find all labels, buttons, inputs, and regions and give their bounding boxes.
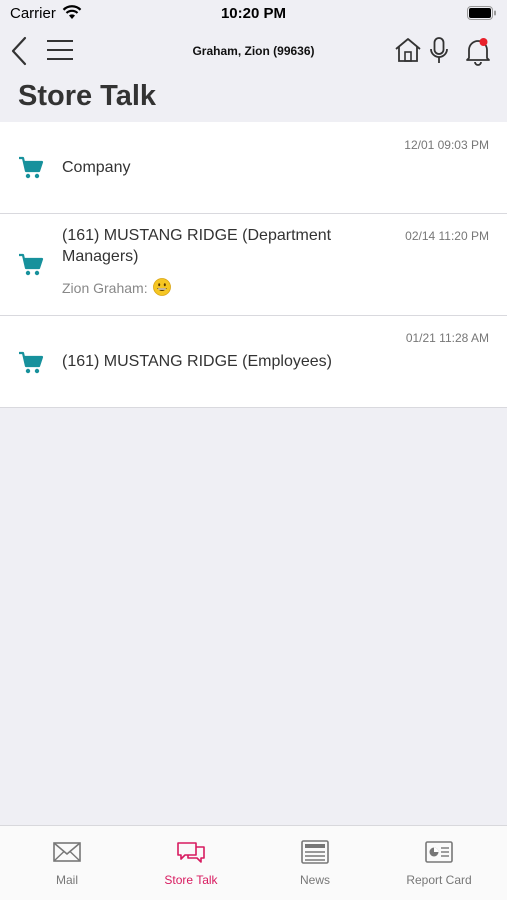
conversation-row[interactable]: (161) MUSTANG RIDGE (Department Managers… — [0, 214, 507, 316]
newspaper-icon — [301, 840, 329, 864]
chat-bubbles-icon — [177, 842, 205, 863]
conversation-list: Company 12/01 09:03 PM (161) MUSTANG RID… — [0, 122, 507, 408]
tab-report-card[interactable]: Report Card — [376, 826, 502, 900]
tab-news[interactable]: News — [252, 826, 378, 900]
mail-icon — [53, 842, 81, 862]
status-bar: Carrier 10:20 PM — [0, 0, 507, 28]
report-card-icon — [425, 841, 453, 863]
conversation-timestamp: 12/01 09:03 PM — [404, 138, 489, 152]
microphone-icon[interactable] — [428, 36, 450, 66]
bottom-tab-bar: Mail Store Talk News Report Card — [0, 825, 507, 900]
conversation-row[interactable]: (161) MUSTANG RIDGE (Employees) 01/21 11… — [0, 316, 507, 408]
nav-header: Graham, Zion (99636) — [0, 28, 507, 72]
conversation-title: Company — [62, 159, 131, 176]
tab-label: Store Talk — [164, 873, 218, 887]
current-user-label: Graham, Zion (99636) — [192, 44, 315, 58]
grinning-face-emoji-icon — [153, 278, 172, 296]
cart-icon — [19, 156, 44, 179]
conversation-timestamp: 01/21 11:28 AM — [405, 331, 489, 345]
conversation-timestamp: 02/14 11:20 PM — [405, 229, 489, 243]
conversation-title: (161) MUSTANG RIDGE (Department Managers… — [62, 227, 332, 265]
tab-label: News — [299, 873, 330, 887]
home-icon[interactable] — [394, 36, 422, 64]
conversation-title: (161) MUSTANG RIDGE (Employees) — [62, 353, 332, 370]
battery-icon — [467, 6, 496, 20]
tab-mail[interactable]: Mail — [4, 826, 130, 900]
cart-icon — [19, 351, 44, 374]
conversation-row[interactable]: Company 12/01 09:03 PM — [0, 122, 507, 214]
tab-label: Report Card — [406, 873, 472, 887]
preview-sender: Zion Graham: — [62, 280, 148, 296]
clock: 10:20 PM — [220, 5, 287, 22]
tab-store-talk[interactable]: Store Talk — [128, 826, 254, 900]
notification-dot — [479, 38, 488, 46]
cart-icon — [19, 253, 44, 276]
hamburger-menu-icon[interactable] — [46, 38, 74, 62]
conversation-preview: Zion Graham: — [62, 278, 172, 296]
tab-label: Mail — [55, 873, 78, 887]
notification-bell-icon[interactable] — [464, 36, 492, 66]
back-chevron-icon[interactable] — [8, 36, 30, 66]
page-title: Store Talk — [18, 80, 157, 112]
